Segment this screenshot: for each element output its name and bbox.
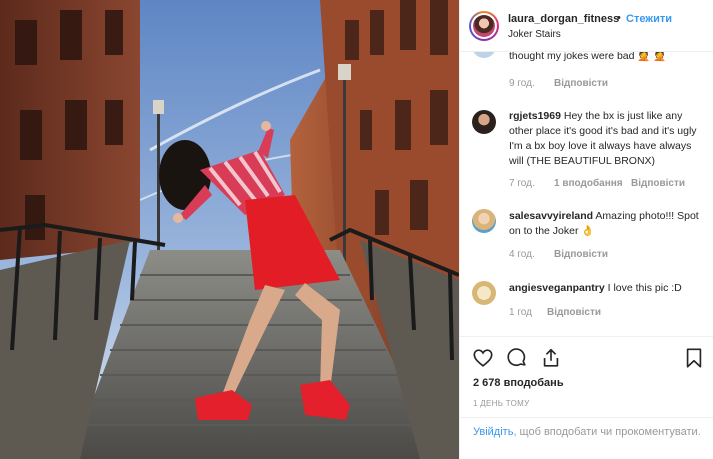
comment-text: I love this pic :D — [607, 282, 682, 294]
comment-body: salesavvyireland Amazing photo!!! Spot o… — [509, 209, 706, 239]
reply-button[interactable]: Відповісти — [554, 78, 608, 89]
login-link[interactable]: Увійдіть — [473, 426, 513, 438]
comment-text: thought my jokes were bad 🤦 🤦 — [509, 52, 667, 62]
comment-body: rgjets1969 Hey the bx is just like any o… — [509, 109, 706, 169]
login-prompt: Увійдіть, щоб вподобати чи прокоментуват… — [460, 417, 713, 440]
comment-body: angiesveganpantry I love this pic :D — [509, 281, 706, 296]
post-timestamp: 1 ДЕНЬ ТОМУ — [473, 399, 530, 408]
comment-username[interactable]: angiesveganpantry — [509, 282, 605, 294]
comment-username[interactable]: salesavvyireland — [509, 210, 593, 222]
post-header: laura_dorgan_fitness • Стежити Joker Sta… — [460, 0, 713, 52]
post-side-panel: laura_dorgan_fitness • Стежити Joker Sta… — [459, 0, 713, 459]
author-avatar[interactable] — [469, 11, 499, 41]
comment-icon[interactable] — [506, 347, 528, 374]
comment-time[interactable]: 9 год. — [509, 78, 535, 89]
comment-avatar[interactable] — [472, 52, 496, 58]
location-link[interactable]: Joker Stairs — [508, 29, 561, 40]
comment-avatar[interactable] — [472, 281, 496, 305]
reply-button[interactable]: Відповісти — [547, 307, 601, 318]
follow-button[interactable]: Стежити — [626, 13, 672, 25]
author-username[interactable]: laura_dorgan_fitness — [508, 13, 619, 25]
post-actions: 2 678 вподобань 1 ДЕНЬ ТОМУ Увійдіть, що… — [460, 336, 713, 459]
comments-list[interactable]: thought my jokes were bad 🤦 🤦 9 год. Від… — [460, 52, 713, 335]
comment-username[interactable]: rgjets1969 — [509, 110, 561, 122]
comment-time[interactable]: 4 год. — [509, 249, 535, 260]
reply-button[interactable]: Відповісти — [631, 178, 685, 189]
post-photo[interactable] — [0, 0, 459, 459]
post-photo-image — [0, 0, 459, 459]
comment-avatar[interactable] — [472, 110, 496, 134]
comment-time[interactable]: 1 год — [509, 307, 532, 318]
share-icon[interactable] — [540, 347, 562, 374]
heart-icon[interactable] — [472, 347, 494, 374]
separator-dot: • — [617, 12, 621, 24]
likes-count[interactable]: 2 678 вподобань — [473, 377, 564, 389]
comment-time[interactable]: 7 год. — [509, 178, 535, 189]
login-prompt-text: , щоб вподобати чи прокоментувати. — [513, 426, 701, 438]
reply-button[interactable]: Відповісти — [554, 249, 608, 260]
comment-avatar[interactable] — [472, 209, 496, 233]
bookmark-icon[interactable] — [684, 347, 704, 374]
comment-likes[interactable]: 1 вподобання — [554, 178, 623, 189]
